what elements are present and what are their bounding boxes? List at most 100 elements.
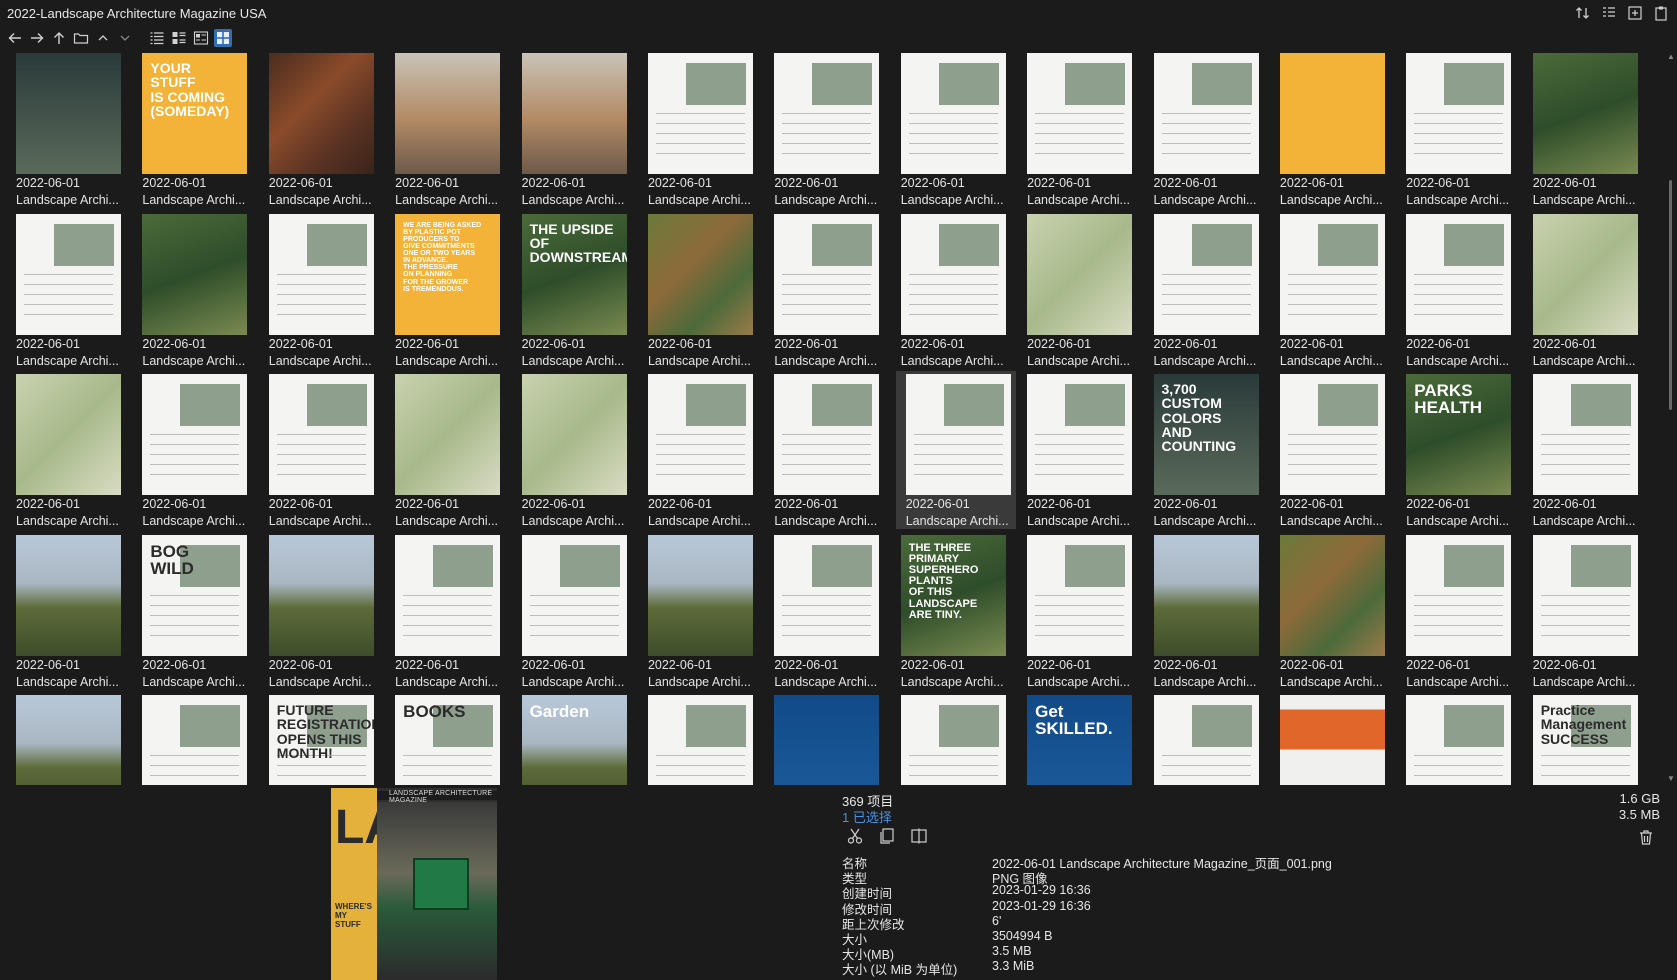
- file-tile[interactable]: Get SKILLED.2022-06-01Landscape Archi...: [1022, 692, 1142, 785]
- file-tile[interactable]: 2022-06-01Landscape Archi...: [1149, 50, 1269, 208]
- property-value[interactable]: 2023-01-29 16:36: [992, 899, 1091, 913]
- file-tile[interactable]: 2022-06-01Landscape Archi...: [1528, 371, 1648, 529]
- file-tile[interactable]: BOG WILD 2022-06-01 Landscape Archi...: [137, 532, 257, 690]
- file-tile[interactable]: 2022-06-01Landscape Archi...: [1275, 50, 1395, 208]
- up-icon[interactable]: [50, 29, 68, 47]
- file-tile[interactable]: 2022-06-01Landscape Archi...: [264, 211, 384, 369]
- chevron-up-icon[interactable]: [94, 29, 112, 47]
- file-tile[interactable]: 2022-06-01Landscape Archi...: [1149, 692, 1269, 785]
- page-thumbnail: BOOKS: [395, 695, 501, 785]
- file-tile[interactable]: 2022-06-01Landscape Archi...: [643, 211, 763, 369]
- back-icon[interactable]: [6, 29, 24, 47]
- file-tile[interactable]: 2022-06-01Landscape Archi...: [769, 692, 889, 785]
- property-value[interactable]: 3.5 MB: [992, 944, 1032, 958]
- new-window-icon[interactable]: [1627, 5, 1643, 21]
- file-tile[interactable]: 2022-06-01Landscape Archi...: [1149, 211, 1269, 369]
- property-value[interactable]: 3504994 B: [992, 929, 1052, 943]
- folder-icon[interactable]: [72, 29, 90, 47]
- file-tile[interactable]: 2022-06-01Landscape Archi...: [517, 50, 637, 208]
- file-tile[interactable]: 2022-06-01Landscape Archi...: [11, 50, 131, 208]
- trash-icon[interactable]: [1637, 828, 1655, 846]
- page-thumbnail: [905, 374, 1011, 495]
- file-name-label: Landscape Archi...: [1153, 193, 1257, 207]
- file-tile[interactable]: WE ARE BEING ASKED BY PLASTIC POT PRODUC…: [390, 211, 510, 369]
- file-tile[interactable]: 2022-06-01Landscape Archi...: [1401, 692, 1521, 785]
- file-tile[interactable]: 2022-06-01Landscape Archi...: [11, 211, 131, 369]
- file-tile[interactable]: 2022-06-01Landscape Archi...: [264, 532, 384, 690]
- page-thumbnail: [1153, 534, 1259, 656]
- file-tile[interactable]: 2022-06-01Landscape Archi...: [895, 371, 1016, 529]
- file-tile[interactable]: 2022-06-01Landscape Archi...: [643, 371, 763, 529]
- file-tile[interactable]: 2022-06-01Landscape Archi...: [1528, 50, 1648, 208]
- chevron-down-icon[interactable]: [116, 29, 134, 47]
- property-value[interactable]: 2023-01-29 16:36: [992, 883, 1091, 897]
- file-tile[interactable]: FUTURE REGISTRATION OPENS THIS MONTH!202…: [264, 692, 384, 785]
- file-tile[interactable]: 2022-06-01Landscape Archi...: [264, 371, 384, 529]
- file-tile[interactable]: 2022-06-01Landscape Archi...: [390, 50, 510, 208]
- file-tile[interactable]: 2022-06-01Landscape Archi...: [1149, 532, 1269, 690]
- file-tile[interactable]: Practice Management SUCCESS2022-06-01Lan…: [1528, 692, 1648, 785]
- file-tile[interactable]: 2022-06-01Landscape Archi...: [1528, 211, 1648, 369]
- file-tile[interactable]: 2022-06-01Landscape Archi...: [896, 211, 1016, 369]
- file-tile[interactable]: 2022-06-01Landscape Archi...: [1022, 532, 1142, 690]
- scrollbar-thumb[interactable]: [1669, 180, 1672, 410]
- file-tile[interactable]: 2022-06-01Landscape Archi...: [11, 692, 131, 785]
- file-tile[interactable]: 2022-06-01Landscape Archi...: [1275, 371, 1395, 529]
- details-pane-view-icon[interactable]: [192, 29, 210, 47]
- file-tile[interactable]: 2022-06-01Landscape Archi...: [1401, 211, 1521, 369]
- scroll-up-icon[interactable]: ▲: [1667, 52, 1675, 61]
- file-tile[interactable]: 2022-06-01Landscape Archi...: [137, 371, 257, 529]
- file-tile[interactable]: 2022-06-01Landscape Archi...: [769, 532, 889, 690]
- file-tile[interactable]: BOOKS2022-06-01Landscape Archi...: [390, 692, 510, 785]
- file-tile[interactable]: 2022-06-01Landscape Archi...: [1022, 211, 1142, 369]
- forward-icon[interactable]: [28, 29, 46, 47]
- property-value[interactable]: 6': [992, 914, 1001, 928]
- file-tile[interactable]: 2022-06-01Landscape Archi...: [517, 532, 637, 690]
- vertical-scrollbar[interactable]: ▲ ▼: [1664, 50, 1677, 785]
- file-tile[interactable]: THE UPSIDE OF DOWNSTREAM 2022-06-01 Landsc…: [517, 211, 637, 369]
- property-value[interactable]: 3.3 MiB: [992, 959, 1034, 973]
- file-tile[interactable]: 2022-06-01Landscape Archi...: [390, 532, 510, 690]
- copy-icon[interactable]: [878, 827, 896, 845]
- file-tile[interactable]: YOUR STUFF IS COMING (SOMEDAY) 2022-06-01…: [137, 50, 257, 208]
- file-grid[interactable]: 2022-06-01 Landscape Archi... YOUR STUFF I…: [0, 50, 1664, 785]
- compare-icon[interactable]: [910, 827, 928, 845]
- file-tile[interactable]: 2022-06-01Landscape Archi...: [1275, 532, 1395, 690]
- file-tile[interactable]: 2022-06-01Landscape Archi...: [1275, 211, 1395, 369]
- clipboard-icon[interactable]: [1653, 5, 1669, 21]
- preview-logo: LAM: [335, 804, 439, 852]
- file-tile[interactable]: 2022-06-01Landscape Archi...: [1275, 692, 1395, 785]
- large-icons-view-icon[interactable]: [214, 29, 232, 47]
- list-view-icon[interactable]: [148, 29, 166, 47]
- file-tile[interactable]: 2022-06-01Landscape Archi...: [896, 50, 1016, 208]
- file-tile[interactable]: 2022-06-01Landscape Archi...: [769, 50, 889, 208]
- file-tile[interactable]: Garden2022-06-01Landscape Archi...: [517, 692, 637, 785]
- file-tile[interactable]: 2022-06-01Landscape Archi...: [11, 532, 131, 690]
- file-tile[interactable]: THE THREE PRIMARY SUPERHERO PLANTS OF TH…: [896, 532, 1016, 690]
- file-tile[interactable]: 2022-06-01Landscape Archi...: [137, 211, 257, 369]
- file-tile[interactable]: 2022-06-01Landscape Archi...: [896, 692, 1016, 785]
- file-tile[interactable]: 2022-06-01Landscape Archi...: [264, 50, 384, 208]
- file-tile[interactable]: 2022-06-01Landscape Archi...: [1401, 532, 1521, 690]
- file-tile[interactable]: 2022-06-01Landscape Archi...: [643, 532, 763, 690]
- file-tile[interactable]: 2022-06-01Landscape Archi...: [1401, 50, 1521, 208]
- file-tile[interactable]: 2022-06-01Landscape Archi...: [769, 211, 889, 369]
- scroll-down-icon[interactable]: ▼: [1667, 774, 1675, 783]
- file-tile[interactable]: 2022-06-01Landscape Archi...: [643, 692, 763, 785]
- small-icons-view-icon[interactable]: [170, 29, 188, 47]
- page-thumbnail: YOUR STUFF IS COMING (SOMEDAY): [142, 53, 248, 174]
- file-tile[interactable]: 2022-06-01Landscape Archi...: [390, 371, 510, 529]
- file-tile[interactable]: 2022-06-01Landscape Archi...: [769, 371, 889, 529]
- file-tile[interactable]: 2022-06-01Landscape Archi...: [643, 50, 763, 208]
- file-tile[interactable]: 2022-06-01Landscape Archi...: [1022, 50, 1142, 208]
- file-tile[interactable]: 2022-06-01Landscape Archi...: [1528, 532, 1648, 690]
- file-tile[interactable]: 2022-06-01Landscape Archi...: [517, 371, 637, 529]
- sort-icon[interactable]: [1575, 5, 1591, 21]
- file-tile[interactable]: 2022-06-01Landscape Archi...: [11, 371, 131, 529]
- file-tile[interactable]: 2022-06-01Landscape Archi...: [1022, 371, 1142, 529]
- file-tile[interactable]: 2022-06-01Landscape Archi...: [137, 692, 257, 785]
- cut-icon[interactable]: [846, 827, 864, 845]
- details-view-icon[interactable]: [1601, 5, 1617, 21]
- file-tile[interactable]: PARKS HEALTH 2022-06-01 Landscape Archi...: [1401, 371, 1521, 529]
- file-tile[interactable]: 3,700 CUSTOM COLORS AND COUNTING 2022-06-…: [1149, 371, 1269, 529]
